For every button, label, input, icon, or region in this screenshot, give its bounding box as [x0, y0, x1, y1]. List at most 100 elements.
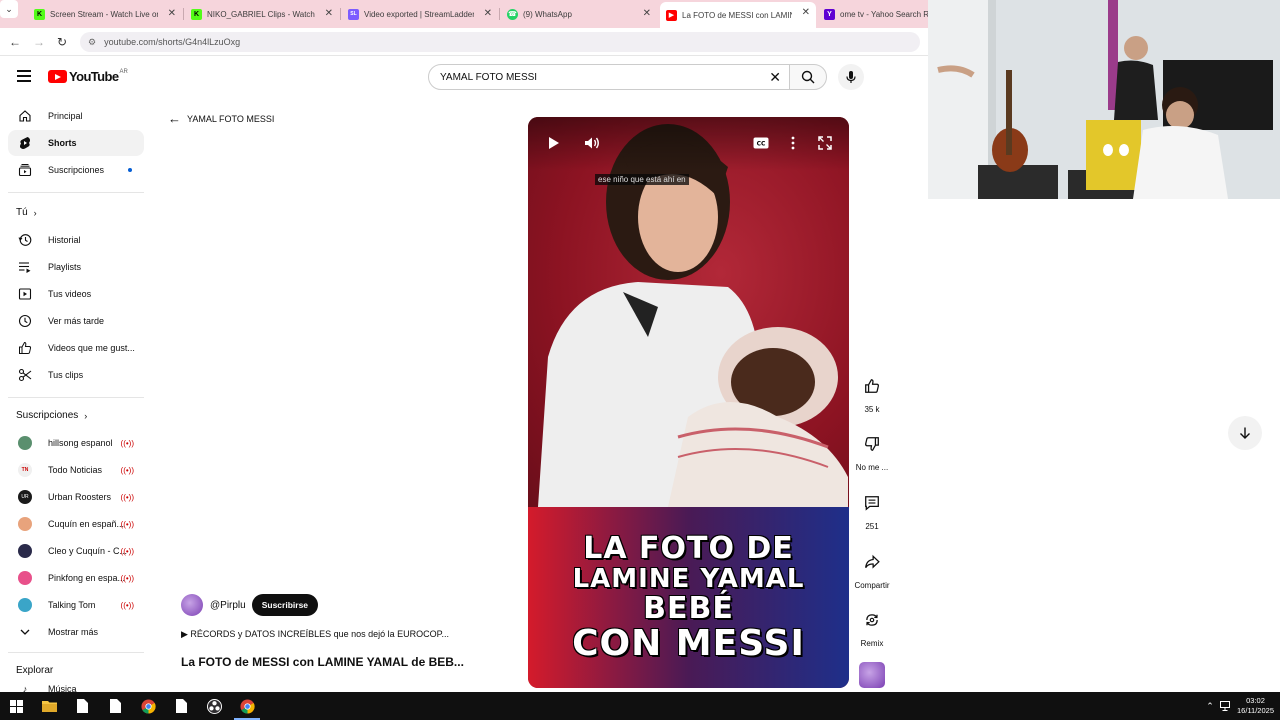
reload-icon[interactable]: ↻ [54, 34, 70, 50]
sidebar-sub-talking-tom[interactable]: Talking Tom ((•)) [8, 592, 144, 618]
document-icon[interactable] [74, 698, 90, 714]
yahoo-icon: Y [824, 8, 835, 20]
sidebar-item-principal[interactable]: Principal [8, 103, 144, 129]
close-icon[interactable]: ✕ [643, 8, 651, 19]
sound-source-thumbnail[interactable] [852, 662, 892, 688]
search-button[interactable] [789, 64, 827, 90]
tab-search-button[interactable]: ⌄ [0, 0, 18, 18]
document-icon[interactable] [173, 698, 189, 714]
comments-button[interactable]: 251 [852, 489, 892, 531]
chrome-icon[interactable] [140, 698, 156, 714]
sidebar-item-suscripciones[interactable]: Suscripciones [8, 157, 144, 183]
sidebar-item-videos-que-me-gustan[interactable]: Videos que me gust... [8, 335, 144, 361]
sidebar-item-label: Urban Roosters [48, 492, 112, 502]
tab-yahoo[interactable]: Y ome tv - Yahoo Search Re [818, 3, 928, 25]
sidebar-show-more[interactable]: Mostrar más [8, 619, 144, 645]
sidebar-sub-todo-noticias[interactable]: TN Todo Noticias ((•)) [8, 457, 144, 483]
tab-title: NIKO_GABRIEL Clips - Watch Li [207, 9, 315, 19]
dislike-button[interactable]: No me ... [852, 430, 892, 472]
sidebar-item-ver-mas-tarde[interactable]: Ver más tarde [8, 308, 144, 334]
search-icon [801, 70, 815, 84]
live-indicator-icon: ((•)) [120, 600, 134, 610]
taskbar-clock[interactable]: 03:02 16/11/2025 [1237, 696, 1274, 716]
site-info-icon[interactable]: ⚙ [88, 37, 96, 48]
like-button[interactable]: 35 k [852, 372, 892, 414]
playlists-icon [18, 260, 32, 274]
close-icon[interactable]: ✕ [168, 8, 176, 19]
sidebar-item-label: Videos que me gust... [48, 343, 135, 353]
channel-avatar[interactable] [181, 594, 203, 616]
sidebar-subscriptions-heading[interactable]: Suscripciones › [16, 410, 87, 421]
sidebar-item-playlists[interactable]: Playlists [8, 254, 144, 280]
share-button[interactable]: Compartir [852, 548, 892, 590]
close-icon[interactable]: ✕ [325, 8, 333, 19]
close-icon[interactable]: ✕ [484, 8, 492, 19]
back-to-search[interactable]: ← YAMAL FOTO MESSI [168, 111, 274, 126]
sidebar-item-historial[interactable]: Historial [8, 227, 144, 253]
tab-title: ome tv - Yahoo Search Re [840, 9, 928, 19]
sidebar: Principal Shorts Suscripciones Tú › Hist… [0, 102, 152, 694]
tab-streamladder[interactable]: SL Video exported | StreamLadder ✕ [342, 3, 498, 25]
play-icon[interactable] [544, 133, 564, 153]
back-arrow-icon[interactable]: ← [7, 34, 23, 50]
clock-time: 03:02 [1246, 696, 1265, 705]
chrome-icon[interactable] [239, 698, 255, 714]
fullscreen-icon[interactable] [815, 133, 835, 153]
your-videos-icon [18, 287, 32, 301]
thumbs-up-icon [18, 341, 32, 355]
remix-button[interactable]: Remix [852, 606, 892, 648]
sidebar-sub-cleo-cuquin[interactable]: Cleo y Cuquín - C... ((•)) [8, 538, 144, 564]
clear-search-icon[interactable]: ✕ [769, 69, 781, 86]
hamburger-menu-icon[interactable] [17, 70, 31, 82]
more-options-icon[interactable] [783, 133, 803, 153]
search-input[interactable]: YAMAL FOTO MESSI ✕ [428, 64, 790, 90]
comment-count: 251 [865, 522, 879, 531]
tab-niko-clips[interactable]: K NIKO_GABRIEL Clips - Watch Li ✕ [185, 3, 339, 25]
url-field[interactable]: ⚙ youtube.com/shorts/G4n4lLzuOxg [80, 32, 920, 52]
sidebar-sub-urban-roosters[interactable]: UR Urban Roosters ((•)) [8, 484, 144, 510]
sidebar-sub-hillsong[interactable]: hillsong espanol ((•)) [8, 430, 144, 456]
remix-icon [858, 606, 886, 634]
sidebar-sub-pinkfong[interactable]: Pinkfong en espa... ((•)) [8, 565, 144, 591]
channel-handle[interactable]: @Pirplu [210, 600, 246, 611]
webcam-illustration [928, 0, 1280, 199]
tab-screen-stream[interactable]: K Screen Stream - Watch Live on ✕ [28, 3, 182, 25]
banner-line: LAMINE YAMAL [572, 563, 805, 594]
channel-avatar [18, 436, 32, 450]
sidebar-item-tus-videos[interactable]: Tus videos [8, 281, 144, 307]
back-label: YAMAL FOTO MESSI [187, 113, 275, 124]
playlist-link[interactable]: ▶ RÉCORDS y DATOS INCREÍBLES que nos dej… [181, 629, 481, 640]
close-icon[interactable]: ✕ [802, 7, 810, 18]
shorts-player[interactable]: LA FOTO DE LAMINE YAMAL BEBÉ CON MESSI C… [528, 117, 849, 688]
tab-youtube-active[interactable]: ▶ La FOTO de MESSI con LAMINE ✕ [660, 2, 816, 28]
sidebar-sub-cuquin[interactable]: Cuquín en españ... ((•)) [8, 511, 144, 537]
sidebar-item-tus-clips[interactable]: Tus clips [8, 362, 144, 388]
sidebar-you-heading[interactable]: Tú › [16, 207, 37, 218]
search-value: YAMAL FOTO MESSI [440, 71, 538, 83]
volume-icon[interactable] [582, 133, 602, 153]
obs-icon[interactable] [206, 698, 222, 714]
chevron-up-icon[interactable]: ⌃ [1202, 698, 1218, 714]
sidebar-divider [8, 192, 144, 193]
document-icon[interactable] [107, 698, 123, 714]
next-short-button[interactable] [1228, 416, 1262, 450]
channel-avatar [18, 544, 32, 558]
captions-icon[interactable]: CC [751, 133, 771, 153]
video-title[interactable]: La FOTO de MESSI con LAMINE YAMAL de BEB… [181, 655, 481, 669]
share-icon [858, 548, 886, 576]
logo-wordmark: YouTube [69, 69, 119, 84]
sidebar-item-label: Cleo y Cuquín - C... [48, 546, 128, 556]
tab-whatsapp[interactable]: ☎ (9) WhatsApp ✕ [501, 3, 657, 25]
banner-line: LA FOTO DE [583, 530, 794, 566]
file-explorer-icon[interactable] [41, 698, 57, 714]
windows-start-icon[interactable] [8, 698, 24, 714]
watch-later-icon [18, 314, 32, 328]
network-icon[interactable] [1218, 698, 1234, 714]
subscribe-button[interactable]: Suscribirse [251, 594, 319, 616]
sidebar-item-shorts[interactable]: Shorts [8, 130, 144, 156]
voice-search-button[interactable] [838, 64, 864, 90]
forward-arrow-icon[interactable]: → [31, 34, 47, 50]
tab-title: Screen Stream - Watch Live on [50, 9, 158, 19]
youtube-logo[interactable]: YouTube AR [48, 69, 128, 84]
new-content-dot [128, 168, 132, 172]
